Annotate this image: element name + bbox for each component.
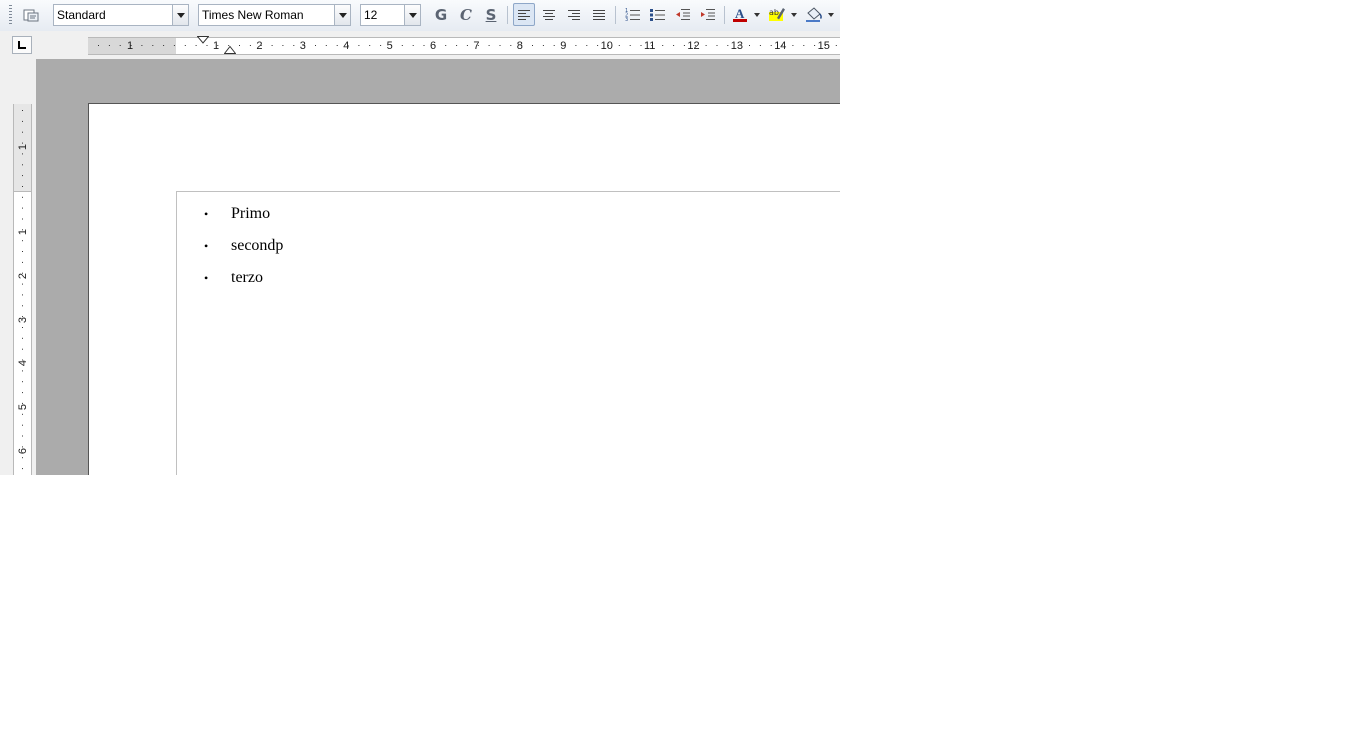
align-right-icon (568, 9, 580, 20)
toolbar-separator (507, 6, 508, 24)
font-name-combo[interactable]: Times New Roman (198, 4, 351, 26)
bulleted-list-icon (650, 9, 665, 21)
numbering-button[interactable]: 123 (622, 3, 644, 26)
font-name-dropdown-button[interactable] (334, 5, 350, 25)
ruler-ticks (22, 110, 23, 470)
font-color-dropdown-button[interactable] (751, 3, 763, 26)
svg-text:ab: ab (769, 8, 779, 17)
italic-icon: C (460, 5, 472, 24)
ruler-number: 4 (343, 40, 350, 52)
highlighting-button[interactable]: ab (766, 3, 788, 26)
ruler-number: 1 (127, 40, 134, 52)
ruler-number: 9 (560, 40, 567, 52)
chevron-down-icon (408, 12, 417, 18)
ruler-number: 5 (386, 40, 393, 52)
decrease-indent-button[interactable] (672, 3, 694, 26)
ruler-number: 13 (730, 40, 744, 52)
align-center-button[interactable] (538, 3, 560, 26)
increase-indent-icon (701, 9, 715, 20)
chevron-down-icon (338, 12, 347, 18)
toolbar-grip[interactable] (9, 5, 12, 26)
paragraph-style-combo[interactable]: Standard (53, 4, 189, 26)
ruler-number: 15 (817, 40, 830, 52)
justify-button[interactable] (588, 3, 610, 26)
tab-stop-type-button[interactable] (12, 36, 32, 54)
horizontal-ruler[interactable]: 1 1 2 3 4 5 6 7 8 9 10 11 12 13 14 15 (88, 36, 840, 55)
toolbar-separator (615, 6, 616, 24)
ruler-number: 1 (17, 143, 29, 151)
svg-text:3: 3 (625, 17, 628, 21)
underline-button[interactable]: S (480, 3, 502, 26)
document-page[interactable]: • Primo • secondp • terzo (88, 103, 840, 475)
list-item-text[interactable]: secondp (231, 235, 283, 257)
writer-window: Standard Times New Roman 12 G C S 1 2 3 … (0, 0, 840, 475)
ruler-number: 10 (600, 40, 613, 52)
ruler-number: 1 (17, 228, 29, 236)
font-size-dropdown-button[interactable] (404, 5, 420, 25)
ruler-number: 3 (17, 316, 29, 324)
left-tab-icon (18, 41, 26, 49)
align-left-button[interactable] (513, 3, 535, 26)
font-size-value: 12 (364, 8, 378, 22)
ruler-number: 8 (516, 40, 523, 52)
ruler-number: 11 (644, 40, 656, 52)
text-area[interactable]: • Primo • secondp • terzo (176, 191, 840, 475)
ruler-number: 14 (774, 40, 787, 52)
numbered-list-icon: 123 (625, 8, 640, 21)
toolbar-separator (724, 6, 725, 24)
bullet-marker: • (204, 239, 209, 253)
paint-bucket-icon (806, 7, 822, 22)
ruler-number: 2 (17, 272, 29, 280)
list-item-text[interactable]: terzo (231, 267, 263, 289)
chevron-down-icon (828, 12, 834, 17)
paragraph-style-dropdown-button[interactable] (172, 5, 188, 25)
justify-icon (593, 9, 605, 20)
font-size-combo[interactable]: 12 (360, 4, 421, 26)
styles-and-formatting-button[interactable] (20, 3, 42, 26)
chevron-down-icon (754, 12, 760, 17)
highlighting-dropdown-button[interactable] (788, 3, 800, 26)
ruler-number: 6 (430, 40, 437, 52)
font-color-icon: A (733, 6, 747, 22)
highlighter-icon: ab (769, 8, 785, 21)
font-color-button[interactable]: A (729, 3, 751, 26)
first-line-indent-marker[interactable] (197, 36, 209, 44)
ruler-number: 7 (473, 40, 480, 52)
ruler-number: 3 (299, 40, 306, 52)
increase-indent-button[interactable] (697, 3, 719, 26)
styles-icon (23, 9, 39, 21)
underline-icon: S (485, 5, 497, 24)
background-color-button[interactable] (803, 3, 825, 26)
ruler-number: 2 (256, 40, 263, 52)
decrease-indent-icon (676, 9, 690, 20)
bullet-marker: • (204, 271, 209, 285)
align-center-icon (543, 9, 555, 20)
bullets-button[interactable] (647, 3, 669, 26)
chevron-down-icon (791, 12, 797, 17)
vertical-ruler[interactable]: 1 1 2 3 4 5 6 (13, 104, 32, 475)
left-indent-marker[interactable] (224, 46, 236, 54)
ruler-number: 4 (17, 359, 29, 367)
bullet-marker: • (204, 207, 209, 221)
list-item-text[interactable]: Primo (231, 203, 270, 225)
chevron-down-icon (176, 12, 185, 18)
ruler-number: 1 (213, 40, 220, 52)
formatting-toolbar: Standard Times New Roman 12 G C S 1 2 3 … (0, 0, 840, 32)
ruler-number: 6 (17, 447, 29, 455)
font-name-value: Times New Roman (202, 8, 304, 22)
bold-icon: G (434, 5, 448, 24)
svg-text:A: A (735, 6, 745, 21)
align-left-icon (518, 9, 530, 20)
background-color-dropdown-button[interactable] (825, 3, 837, 26)
ruler-number: 5 (17, 403, 29, 411)
ruler-number: 12 (687, 40, 700, 52)
align-right-button[interactable] (563, 3, 585, 26)
document-workspace: • Primo • secondp • terzo (36, 59, 840, 475)
paragraph-style-value: Standard (57, 8, 106, 22)
bold-button[interactable]: G (430, 3, 452, 26)
italic-button[interactable]: C (455, 3, 477, 26)
